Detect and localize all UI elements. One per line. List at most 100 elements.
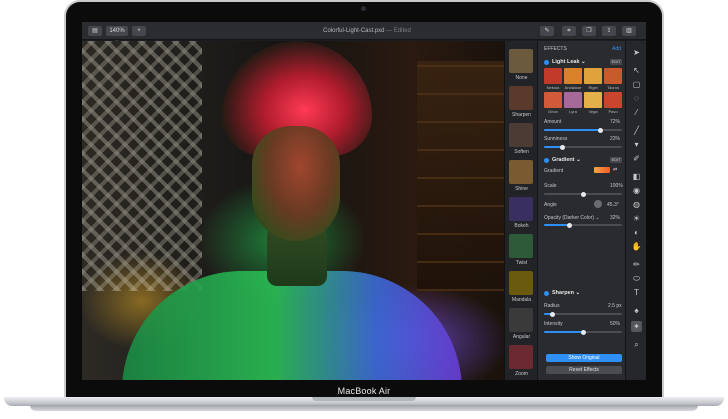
pen-tool-icon[interactable]: ╱: [631, 125, 642, 136]
document-title: Colorful-Light-Cast.pxd — Edited: [292, 26, 442, 36]
base-notch: [312, 397, 416, 401]
light-leak-title[interactable]: Light Leak ⌄: [552, 59, 586, 65]
radius-slider[interactable]: [544, 311, 622, 317]
sunniness-slider-knob[interactable]: [560, 144, 565, 150]
preset-name: Taurus: [606, 85, 619, 90]
fill-tool-icon[interactable]: ▾: [631, 139, 642, 150]
arrow-tool-icon[interactable]: ➤: [631, 47, 642, 58]
dodge-tool-icon[interactable]: ◐: [631, 227, 642, 238]
filter-label: Angular: [512, 334, 531, 340]
sidebar-toggle-button[interactable]: ▤: [88, 26, 102, 36]
swap-icon[interactable]: ⇄: [613, 167, 617, 173]
filter-label: Sharpen: [512, 112, 531, 118]
radius-label: Radius: [544, 303, 560, 309]
filter-thumb-shine[interactable]: [509, 160, 533, 184]
crop-icon[interactable]: ⌗: [562, 26, 576, 36]
tools-column: ➤ ↖ ▢ ◌ ⁄ ╱ ▾ ✐ ◧ ◉ ◍ ☀ ◐ ✋ ✏ ⬭ T ♠ ✦ ⌕: [625, 41, 646, 380]
add-effect-link[interactable]: Add: [612, 46, 621, 52]
intensity-slider-fill: [544, 331, 583, 333]
layers-icon[interactable]: ❒: [582, 26, 596, 36]
gradient-toggle[interactable]: [544, 158, 549, 163]
filter-label: Twist: [515, 260, 528, 266]
filter-thumb-mandala[interactable]: [509, 271, 533, 295]
zoom-menu[interactable]: 140% ⌄: [106, 26, 128, 44]
document-name: Colorful-Light-Cast.pxd: [323, 28, 385, 34]
add-button[interactable]: +: [132, 26, 146, 36]
clone-tool-icon[interactable]: ◉: [631, 185, 642, 196]
zoom-value: 140%: [109, 28, 125, 34]
inspector-icon[interactable]: ▥: [622, 26, 636, 36]
shape-tool-icon[interactable]: ⬭: [631, 273, 642, 284]
preset-name: Orion: [548, 109, 558, 114]
reset-effects-button[interactable]: Reset Effects: [546, 366, 622, 374]
scale-slider-knob[interactable]: [581, 191, 586, 197]
tile-wall: [82, 41, 202, 291]
blur-tool-icon[interactable]: ◍: [631, 199, 642, 210]
filter-label: None: [515, 75, 528, 81]
gradient-swatch[interactable]: [594, 167, 610, 173]
opacity-slider[interactable]: [544, 222, 622, 228]
gradient-label: Gradient: [544, 168, 564, 174]
preset-thumb[interactable]: [584, 68, 602, 84]
show-original-button[interactable]: Show Original: [546, 354, 622, 362]
marquee-tool-icon[interactable]: ▢: [631, 79, 642, 90]
brush-tool-icon[interactable]: ⁄: [631, 107, 642, 118]
preset-name: Andaluse: [564, 85, 582, 90]
pencil-tool-icon[interactable]: ✏: [631, 259, 642, 270]
filter-thumb-twist[interactable]: [509, 234, 533, 258]
scale-value: 100%: [610, 183, 623, 189]
amount-slider-fill: [544, 129, 601, 131]
preset-thumb[interactable]: [544, 68, 562, 84]
amount-slider-knob[interactable]: [598, 127, 603, 133]
filter-strip: None Sharpen Soften Shine Bokeh Twist Ma…: [504, 41, 537, 380]
gradient-title[interactable]: Gradient ⌄: [552, 157, 581, 163]
gradient-edit-chip[interactable]: EDIT: [610, 157, 622, 163]
eraser-tool-icon[interactable]: ◧: [631, 171, 642, 182]
filter-thumb-soften[interactable]: [509, 123, 533, 147]
sunniness-slider[interactable]: [544, 144, 622, 150]
scale-slider[interactable]: [544, 191, 622, 197]
effects-tool-icon[interactable]: ✦: [631, 321, 642, 332]
preset-thumb[interactable]: [564, 92, 582, 108]
filter-label: Mandala: [511, 297, 532, 303]
preset-name: Rigel: [588, 85, 598, 90]
lasso-tool-icon[interactable]: ◌: [631, 93, 642, 104]
sharpen-title[interactable]: Sharpen ⌄: [552, 290, 580, 296]
pen-icon[interactable]: ✎: [540, 26, 554, 36]
preset-thumb[interactable]: [604, 92, 622, 108]
intensity-slider-knob[interactable]: [581, 329, 586, 335]
angle-dial[interactable]: [594, 200, 602, 208]
radius-slider-knob[interactable]: [550, 311, 555, 317]
amount-slider[interactable]: [544, 127, 622, 133]
filter-thumb-bokeh[interactable]: [509, 197, 533, 221]
filter-thumb-none[interactable]: [509, 49, 533, 73]
zoom-tool-icon[interactable]: ⌕: [631, 339, 642, 350]
opacity-value: 32%: [610, 215, 621, 221]
filter-thumb-zoom[interactable]: [509, 345, 533, 369]
share-icon[interactable]: ⇪: [602, 26, 616, 36]
opacity-label[interactable]: Opacity (Darker Color) ⌄: [544, 215, 600, 221]
scale-label: Scale: [544, 183, 557, 189]
effects-panel: EFFECTS Add Light Leak ⌄ EDIT Nebula And…: [537, 41, 625, 380]
preset-thumb[interactable]: [544, 92, 562, 108]
light-leak-toggle[interactable]: [544, 60, 549, 65]
paint-tool-icon[interactable]: ♠: [631, 305, 642, 316]
filter-label: Soften: [514, 149, 529, 155]
photo-canvas[interactable]: [82, 41, 504, 380]
smudge-tool-icon[interactable]: ✐: [631, 153, 642, 164]
opacity-slider-knob[interactable]: [567, 222, 572, 228]
intensity-slider[interactable]: [544, 329, 622, 335]
text-tool-icon[interactable]: T: [631, 287, 642, 298]
angle-label: Angle: [544, 202, 557, 208]
sun-tool-icon[interactable]: ☀: [631, 213, 642, 224]
filter-thumb-angular[interactable]: [509, 308, 533, 332]
preset-thumb[interactable]: [584, 92, 602, 108]
hand-tool-icon[interactable]: ✋: [631, 241, 642, 252]
preset-thumb[interactable]: [604, 68, 622, 84]
filter-thumb-sharpen[interactable]: [509, 86, 533, 110]
select-tool-icon[interactable]: ↖: [631, 65, 642, 76]
light-leak-edit-chip[interactable]: EDIT: [610, 59, 622, 65]
sharpen-toggle[interactable]: [544, 291, 549, 296]
app-window: ▤ 140% ⌄ + Colorful-Light-Cast.pxd — Edi…: [82, 22, 646, 380]
preset-thumb[interactable]: [564, 68, 582, 84]
